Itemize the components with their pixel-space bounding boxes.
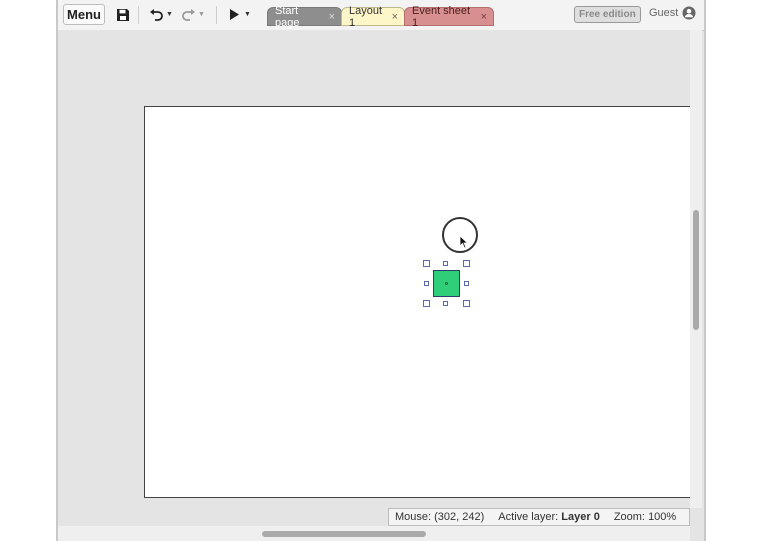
tab-label: Start page: [275, 4, 300, 29]
redo-dropdown-caret[interactable]: ▼: [198, 11, 205, 18]
layout-canvas[interactable]: [144, 106, 690, 498]
resize-handle[interactable]: [463, 260, 470, 267]
status-bar: Mouse: (302, 242) Active layer: Layer 0 …: [388, 508, 690, 526]
resize-handle[interactable]: [424, 281, 429, 286]
user-name[interactable]: Guest: [649, 7, 678, 19]
horizontal-scroll-thumb[interactable]: [262, 531, 426, 537]
redo-icon[interactable]: ▼: [179, 4, 207, 25]
resize-handle[interactable]: [463, 300, 470, 307]
tab-layout-1[interactable]: Layout 1 ×: [341, 4, 405, 29]
close-icon[interactable]: ×: [329, 11, 335, 23]
zoom-level: Zoom: 100%: [613, 511, 677, 523]
tab-start-page[interactable]: Start page ×: [267, 4, 342, 29]
toolbar-separator: [216, 6, 217, 24]
undo-icon[interactable]: ▼: [147, 4, 175, 25]
sprite-object[interactable]: [433, 270, 460, 297]
play-dropdown-caret[interactable]: ▼: [244, 11, 251, 18]
tab-event-sheet-1[interactable]: Event sheet 1 ×: [404, 4, 494, 29]
resize-handle[interactable]: [443, 261, 448, 266]
layout-view[interactable]: [58, 30, 690, 508]
tab-label: Layout 1: [349, 4, 383, 29]
user-icon[interactable]: [682, 6, 696, 25]
close-icon[interactable]: ×: [392, 11, 398, 23]
vertical-scrollbar[interactable]: [690, 30, 702, 508]
toolbar-separator: [138, 6, 139, 24]
active-layer: Active layer: Layer 0: [498, 511, 600, 523]
close-icon[interactable]: ×: [481, 11, 487, 23]
edition-badge[interactable]: Free edition: [574, 6, 641, 23]
resize-handle[interactable]: [423, 260, 430, 267]
play-icon[interactable]: ▼: [226, 4, 254, 25]
main-toolbar: Menu ▼ ▼ ▼ Start page × Layout 1 × Event…: [58, 0, 704, 31]
origin-point: [445, 282, 448, 285]
resize-handle[interactable]: [443, 301, 448, 306]
undo-dropdown-caret[interactable]: ▼: [166, 11, 173, 18]
horizontal-scrollbar[interactable]: [58, 526, 690, 541]
resize-handle[interactable]: [423, 300, 430, 307]
resize-handle[interactable]: [464, 281, 469, 286]
save-icon[interactable]: [114, 4, 132, 25]
mouse-pointer-icon: [459, 235, 469, 249]
editor-window: Menu ▼ ▼ ▼ Start page × Layout 1 × Event…: [56, 0, 706, 541]
vertical-scroll-thumb[interactable]: [693, 210, 699, 330]
tab-label: Event sheet 1: [412, 4, 471, 29]
mouse-position: Mouse: (302, 242): [395, 511, 485, 523]
menu-button[interactable]: Menu: [63, 4, 105, 25]
